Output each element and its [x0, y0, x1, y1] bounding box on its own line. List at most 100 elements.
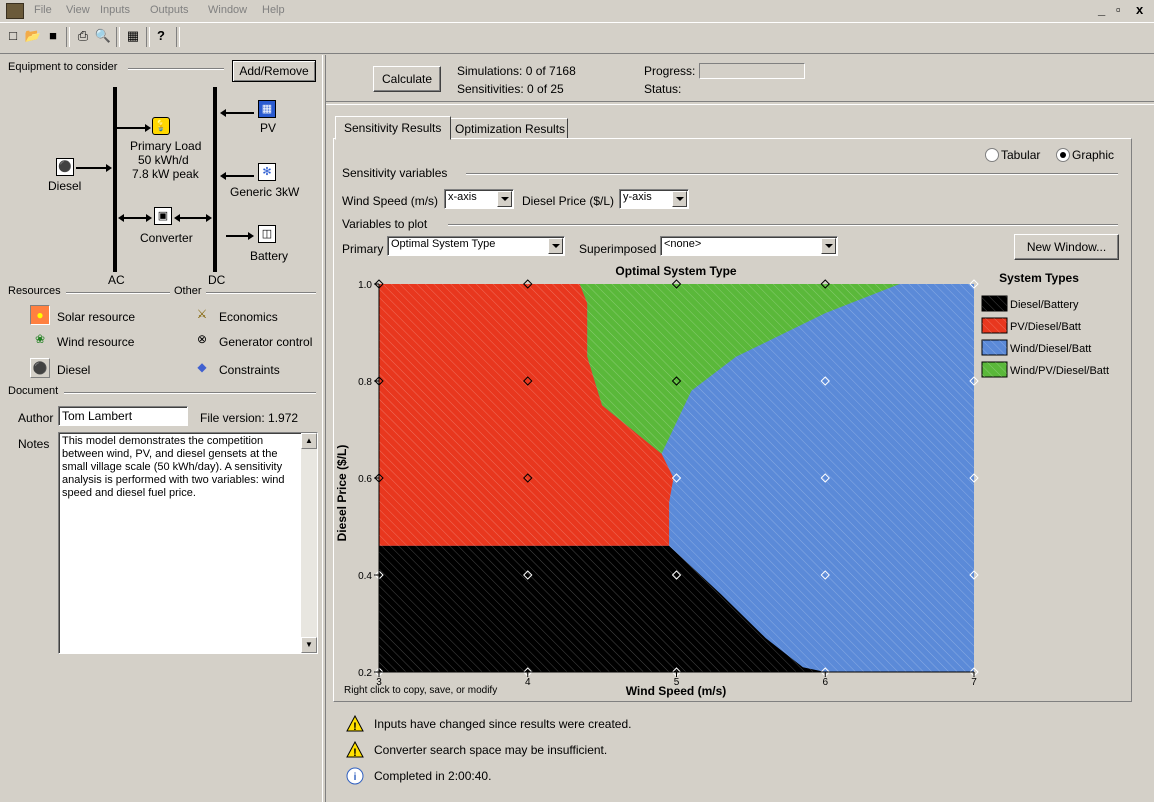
- info-icon: i: [346, 767, 364, 785]
- generator-control-icon[interactable]: ⊗: [192, 330, 212, 350]
- tab-sensitivity-results[interactable]: Sensitivity Results: [335, 116, 451, 140]
- tabular-label[interactable]: Tabular: [1001, 148, 1040, 162]
- x-tick-label: 7: [971, 677, 977, 688]
- chevron-down-icon[interactable]: [672, 191, 687, 207]
- y-tick-label: 0.2: [358, 668, 372, 679]
- message-3: Completed in 2:00:40.: [374, 769, 492, 783]
- restore-button[interactable]: ▫: [1116, 2, 1121, 17]
- app-icon[interactable]: [6, 3, 24, 19]
- constraints-link[interactable]: Constraints: [219, 363, 280, 377]
- pv-label[interactable]: PV: [260, 121, 276, 135]
- menu-window[interactable]: Window: [208, 4, 247, 16]
- print-preview-icon[interactable]: 🔍: [94, 27, 112, 45]
- simulations-count: Simulations: 0 of 7168: [457, 64, 576, 78]
- message-1: Inputs have changed since results were c…: [374, 717, 632, 731]
- chart-title: Optimal System Type: [615, 264, 736, 278]
- primary-load-peak: 7.8 kW peak: [132, 167, 199, 181]
- document-title: Document: [8, 385, 59, 397]
- calculate-button[interactable]: Calculate: [373, 66, 441, 92]
- legend-label: Wind/Diesel/Batt: [1010, 343, 1091, 355]
- menu-view[interactable]: View: [66, 4, 90, 16]
- progress-label: Progress:: [644, 64, 696, 78]
- tabular-radio[interactable]: [985, 148, 999, 162]
- graphic-label[interactable]: Graphic: [1072, 148, 1114, 162]
- legend-label: Wind/PV/Diesel/Batt: [1010, 365, 1109, 377]
- primary-load-icon[interactable]: 💡: [152, 117, 170, 135]
- primary-load-label[interactable]: Primary Load: [130, 139, 201, 153]
- y-axis-label: Diesel Price ($/L): [335, 445, 349, 542]
- y-tick-label: 0.4: [358, 571, 372, 582]
- svg-text:i: i: [354, 772, 357, 783]
- diesel-price-select[interactable]: y-axis: [619, 189, 689, 209]
- tab-optimization-results[interactable]: Optimization Results: [450, 118, 568, 139]
- menu-bar: File View Inputs Outputs Window Help _ ▫…: [0, 0, 1154, 23]
- sensitivities-count: Sensitivities: 0 of 25: [457, 82, 564, 96]
- converter-icon[interactable]: ▣: [154, 207, 172, 225]
- new-icon[interactable]: □: [4, 27, 22, 45]
- author-field[interactable]: Tom Lambert: [58, 406, 188, 426]
- diesel-resource-icon[interactable]: ⚫: [30, 358, 50, 378]
- toolbar: □ 📂 ■ ⎙ 🔍 ▦ ?: [0, 23, 1154, 54]
- left-panel: Equipment to consider Add/Remove AC DC 💡…: [0, 55, 322, 802]
- chevron-down-icon[interactable]: [821, 238, 836, 254]
- x-axis-label: Wind Speed (m/s): [626, 684, 727, 698]
- diesel-generator-icon[interactable]: ⚫: [56, 158, 74, 176]
- chart-footnote: Right click to copy, save, or modify: [344, 685, 497, 696]
- wind-speed-select[interactable]: x-axis: [444, 189, 514, 209]
- chart[interactable]: Optimal System Type 3 4 5 6 70.20.40.60.81.0…: [334, 261, 1129, 699]
- open-icon[interactable]: 📂: [24, 27, 42, 45]
- legend-label: PV/Diesel/Batt: [1010, 321, 1081, 333]
- menu-outputs[interactable]: Outputs: [150, 4, 189, 16]
- menu-file[interactable]: File: [34, 4, 52, 16]
- author-label: Author: [18, 411, 54, 425]
- warning-icon: !: [346, 741, 364, 759]
- notes-textarea[interactable]: This model demonstrates the competition …: [58, 432, 318, 654]
- menu-help[interactable]: Help: [262, 4, 285, 16]
- wind-resource-link[interactable]: Wind resource: [57, 335, 134, 349]
- diesel-label[interactable]: Diesel: [48, 179, 81, 193]
- help-icon[interactable]: ?: [152, 27, 170, 45]
- new-window-button[interactable]: New Window...: [1014, 234, 1119, 260]
- diesel-resource-link[interactable]: Diesel: [57, 363, 90, 377]
- pv-icon[interactable]: ▦: [258, 100, 276, 118]
- superimposed-select[interactable]: <none>: [660, 236, 838, 256]
- economics-icon[interactable]: ⚔: [192, 305, 212, 325]
- diesel-price-label: Diesel Price ($/L): [522, 194, 615, 208]
- primary-select[interactable]: Optimal System Type: [387, 236, 565, 256]
- solar-resource-icon[interactable]: ●: [30, 305, 50, 325]
- notes-scrollbar[interactable]: ▲ ▼: [301, 433, 317, 653]
- dc-bus: [213, 87, 217, 272]
- close-button[interactable]: x: [1136, 2, 1143, 17]
- legend-swatch-hatch: [982, 296, 1007, 311]
- print-icon[interactable]: ⎙: [74, 27, 92, 45]
- menu-inputs[interactable]: Inputs: [100, 4, 130, 16]
- battery-icon[interactable]: ◫: [258, 225, 276, 243]
- converter-label[interactable]: Converter: [140, 231, 193, 245]
- superimposed-label: Superimposed: [579, 242, 657, 256]
- add-remove-button[interactable]: Add/Remove: [232, 60, 316, 82]
- x-tick-label: 6: [822, 677, 828, 688]
- chevron-down-icon[interactable]: [497, 191, 512, 207]
- save-icon[interactable]: ■: [44, 27, 62, 45]
- battery-label[interactable]: Battery: [250, 249, 288, 263]
- wind-resource-icon[interactable]: ❀: [30, 330, 50, 350]
- table-icon[interactable]: ▦: [124, 27, 142, 45]
- plot-area[interactable]: [379, 284, 974, 672]
- graphic-radio[interactable]: [1056, 148, 1070, 162]
- legend: Diesel/Battery PV/Diesel/Batt Wind/Diesel/…: [981, 295, 1109, 378]
- constraints-icon[interactable]: ◆: [192, 358, 212, 378]
- solar-resource-link[interactable]: Solar resource: [57, 310, 135, 324]
- y-tick-label: 0.8: [358, 377, 372, 388]
- economics-link[interactable]: Economics: [219, 310, 278, 324]
- notes-text: This model demonstrates the competition …: [62, 435, 285, 499]
- variables-to-plot-title: Variables to plot: [342, 217, 428, 231]
- wind-turbine-icon[interactable]: ✻: [258, 163, 276, 181]
- generator-control-link[interactable]: Generator control: [219, 335, 312, 349]
- sensitivity-variables-title: Sensitivity variables: [342, 166, 448, 180]
- minimize-button[interactable]: _: [1098, 2, 1105, 17]
- progress-bar: [699, 63, 805, 79]
- primary-load-kwh: 50 kWh/d: [138, 153, 189, 167]
- wind-label[interactable]: Generic 3kW: [230, 185, 299, 199]
- chevron-down-icon[interactable]: [548, 238, 563, 254]
- legend-swatch-hatch: [982, 318, 1007, 333]
